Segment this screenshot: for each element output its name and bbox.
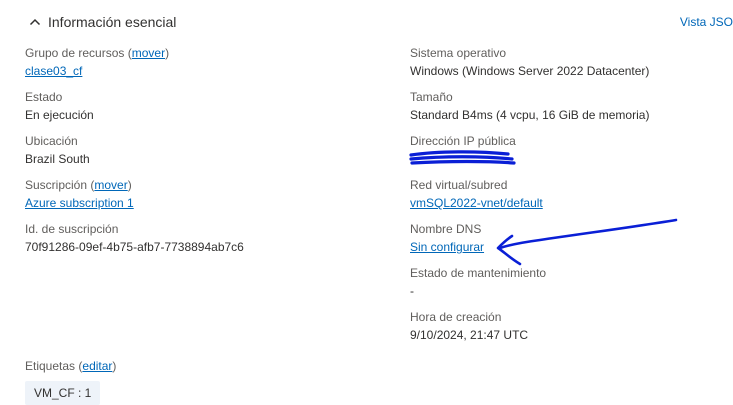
created-time-label: Hora de creación <box>410 310 502 324</box>
os-field: Sistema operativo Windows (Windows Serve… <box>410 44 649 80</box>
maintenance-value: - <box>410 284 414 298</box>
move-subscription-link[interactable]: mover <box>94 178 127 192</box>
size-label: Tamaño <box>410 90 453 104</box>
os-label: Sistema operativo <box>410 46 507 60</box>
maintenance-label: Estado de mantenimiento <box>410 266 547 280</box>
created-time-value: 9/10/2024, 21:47 UTC <box>410 328 529 342</box>
resource-group-label: Grupo de recursos <box>25 46 125 60</box>
status-value: En ejecución <box>25 108 94 122</box>
vnet-label: Red virtual/subred <box>410 178 508 192</box>
resource-group-field: Grupo de recursos (mover) clase03_cf <box>25 46 170 80</box>
ip-redaction-scribble <box>409 150 516 165</box>
json-view-link[interactable]: Vista JSO <box>680 15 733 29</box>
size-value: Standard B4ms (4 vcpu, 16 GiB de memoria… <box>410 108 650 122</box>
essentials-header: Información esencial Vista JSO <box>0 0 733 44</box>
public-ip-field: Dirección IP pública <box>410 132 516 150</box>
subscription-id-field: Id. de suscripción 70f91286-09ef-4b75-af… <box>25 220 244 256</box>
chevron-up-icon <box>29 18 41 26</box>
subscription-label: Suscripción <box>25 178 88 192</box>
vnet-field: Red virtual/subred vmSQL2022-vnet/defaul… <box>410 176 543 212</box>
size-field: Tamaño Standard B4ms (4 vcpu, 16 GiB de … <box>410 88 649 124</box>
created-time-field: Hora de creación 9/10/2024, 21:47 UTC <box>410 308 528 344</box>
status-field: Estado En ejecución <box>25 88 94 124</box>
subscription-id-label: Id. de suscripción <box>25 222 119 236</box>
tags-field: Etiquetas (editar) <box>25 359 117 373</box>
location-field: Ubicación Brazil South <box>25 132 90 168</box>
tag-chip: VM_CF : 1 <box>25 381 101 405</box>
location-label: Ubicación <box>25 134 78 148</box>
os-value: Windows (Windows Server 2022 Datacenter) <box>410 64 650 78</box>
status-label: Estado <box>25 90 63 104</box>
section-title: Información esencial <box>48 14 177 30</box>
subscription-id-value: 70f91286-09ef-4b75-afb7-7738894ab7c6 <box>25 240 244 254</box>
essentials-collapse-toggle[interactable]: Información esencial <box>28 12 176 32</box>
resource-group-value[interactable]: clase03_cf <box>25 62 169 80</box>
public-ip-label: Dirección IP pública <box>410 134 516 148</box>
move-resource-group-link[interactable]: mover <box>132 46 165 60</box>
subscription-value[interactable]: Azure subscription 1 <box>25 194 134 212</box>
subscription-field: Suscripción (mover) Azure subscription 1 <box>25 178 134 212</box>
tags-label: Etiquetas <box>25 359 76 373</box>
location-value: Brazil South <box>25 152 90 166</box>
edit-tags-link[interactable]: editar <box>82 359 112 373</box>
maintenance-field: Estado de mantenimiento - <box>410 264 546 300</box>
